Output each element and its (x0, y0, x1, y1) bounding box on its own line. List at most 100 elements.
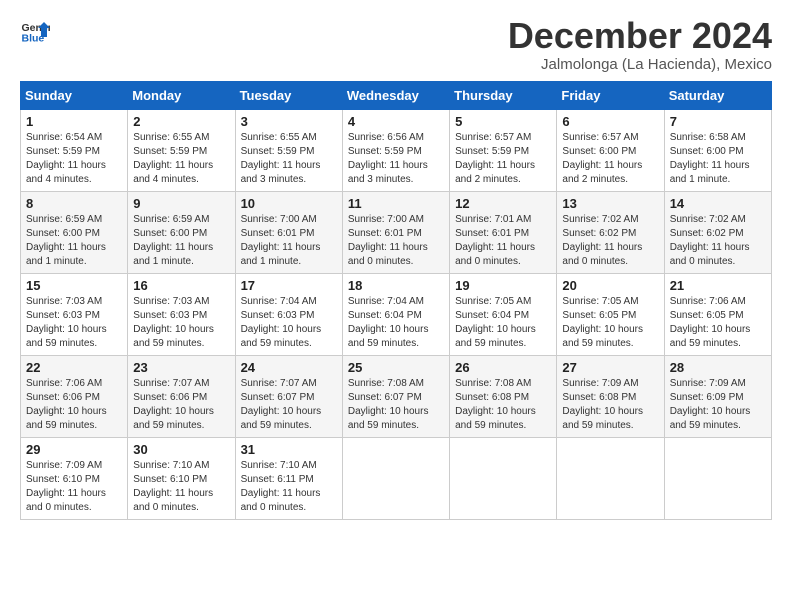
day-number: 30 (133, 442, 229, 457)
calendar-cell: 30 Sunrise: 7:10 AMSunset: 6:10 PMDaylig… (128, 437, 235, 519)
day-number: 7 (670, 114, 766, 129)
day-info: Sunrise: 7:08 AMSunset: 6:07 PMDaylight:… (348, 378, 429, 431)
calendar-cell (342, 437, 449, 519)
day-info: Sunrise: 6:55 AMSunset: 5:59 PMDaylight:… (241, 132, 321, 185)
calendar-header-row: SundayMondayTuesdayWednesdayThursdayFrid… (21, 81, 772, 109)
day-number: 6 (562, 114, 658, 129)
day-header-monday: Monday (128, 81, 235, 109)
calendar-table: SundayMondayTuesdayWednesdayThursdayFrid… (20, 81, 772, 520)
calendar-cell: 15 Sunrise: 7:03 AMSunset: 6:03 PMDaylig… (21, 273, 128, 355)
day-number: 2 (133, 114, 229, 129)
calendar-cell: 28 Sunrise: 7:09 AMSunset: 6:09 PMDaylig… (664, 355, 771, 437)
day-number: 15 (26, 278, 122, 293)
day-info: Sunrise: 7:10 AMSunset: 6:11 PMDaylight:… (241, 460, 321, 513)
calendar-cell: 4 Sunrise: 6:56 AMSunset: 5:59 PMDayligh… (342, 109, 449, 191)
calendar-cell: 5 Sunrise: 6:57 AMSunset: 5:59 PMDayligh… (450, 109, 557, 191)
day-number: 13 (562, 196, 658, 211)
day-number: 29 (26, 442, 122, 457)
day-number: 1 (26, 114, 122, 129)
calendar-cell: 7 Sunrise: 6:58 AMSunset: 6:00 PMDayligh… (664, 109, 771, 191)
day-number: 19 (455, 278, 551, 293)
calendar-cell: 22 Sunrise: 7:06 AMSunset: 6:06 PMDaylig… (21, 355, 128, 437)
calendar-cell: 20 Sunrise: 7:05 AMSunset: 6:05 PMDaylig… (557, 273, 664, 355)
day-info: Sunrise: 6:54 AMSunset: 5:59 PMDaylight:… (26, 132, 106, 185)
day-number: 23 (133, 360, 229, 375)
calendar-week-5: 29 Sunrise: 7:09 AMSunset: 6:10 PMDaylig… (21, 437, 772, 519)
day-number: 11 (348, 196, 444, 211)
day-info: Sunrise: 7:06 AMSunset: 6:05 PMDaylight:… (670, 296, 751, 349)
calendar-cell: 8 Sunrise: 6:59 AMSunset: 6:00 PMDayligh… (21, 191, 128, 273)
day-info: Sunrise: 6:56 AMSunset: 5:59 PMDaylight:… (348, 132, 428, 185)
day-info: Sunrise: 7:00 AMSunset: 6:01 PMDaylight:… (348, 214, 428, 267)
logo: General Blue (20, 16, 50, 46)
day-number: 17 (241, 278, 337, 293)
day-info: Sunrise: 7:03 AMSunset: 6:03 PMDaylight:… (26, 296, 107, 349)
day-number: 9 (133, 196, 229, 211)
day-info: Sunrise: 7:05 AMSunset: 6:04 PMDaylight:… (455, 296, 536, 349)
day-number: 14 (670, 196, 766, 211)
calendar-cell: 26 Sunrise: 7:08 AMSunset: 6:08 PMDaylig… (450, 355, 557, 437)
day-number: 5 (455, 114, 551, 129)
day-number: 27 (562, 360, 658, 375)
day-number: 20 (562, 278, 658, 293)
calendar-cell (557, 437, 664, 519)
calendar-cell (664, 437, 771, 519)
day-info: Sunrise: 6:55 AMSunset: 5:59 PMDaylight:… (133, 132, 213, 185)
calendar-cell: 24 Sunrise: 7:07 AMSunset: 6:07 PMDaylig… (235, 355, 342, 437)
calendar-cell (450, 437, 557, 519)
day-info: Sunrise: 6:59 AMSunset: 6:00 PMDaylight:… (133, 214, 213, 267)
calendar-cell: 3 Sunrise: 6:55 AMSunset: 5:59 PMDayligh… (235, 109, 342, 191)
day-number: 31 (241, 442, 337, 457)
day-header-tuesday: Tuesday (235, 81, 342, 109)
calendar-week-1: 1 Sunrise: 6:54 AMSunset: 5:59 PMDayligh… (21, 109, 772, 191)
location-subtitle: Jalmolonga (La Hacienda), Mexico (508, 56, 772, 73)
calendar-cell: 9 Sunrise: 6:59 AMSunset: 6:00 PMDayligh… (128, 191, 235, 273)
day-number: 3 (241, 114, 337, 129)
day-info: Sunrise: 7:08 AMSunset: 6:08 PMDaylight:… (455, 378, 536, 431)
day-number: 24 (241, 360, 337, 375)
calendar-cell: 12 Sunrise: 7:01 AMSunset: 6:01 PMDaylig… (450, 191, 557, 273)
calendar-cell: 18 Sunrise: 7:04 AMSunset: 6:04 PMDaylig… (342, 273, 449, 355)
title-section: December 2024 Jalmolonga (La Hacienda), … (508, 16, 772, 73)
day-info: Sunrise: 7:07 AMSunset: 6:06 PMDaylight:… (133, 378, 214, 431)
logo-icon: General Blue (20, 16, 50, 46)
calendar-cell: 10 Sunrise: 7:00 AMSunset: 6:01 PMDaylig… (235, 191, 342, 273)
svg-text:Blue: Blue (22, 33, 45, 45)
day-header-sunday: Sunday (21, 81, 128, 109)
day-info: Sunrise: 7:06 AMSunset: 6:06 PMDaylight:… (26, 378, 107, 431)
day-info: Sunrise: 7:04 AMSunset: 6:04 PMDaylight:… (348, 296, 429, 349)
day-number: 8 (26, 196, 122, 211)
calendar-week-3: 15 Sunrise: 7:03 AMSunset: 6:03 PMDaylig… (21, 273, 772, 355)
day-info: Sunrise: 7:07 AMSunset: 6:07 PMDaylight:… (241, 378, 322, 431)
day-info: Sunrise: 7:09 AMSunset: 6:09 PMDaylight:… (670, 378, 751, 431)
day-info: Sunrise: 6:58 AMSunset: 6:00 PMDaylight:… (670, 132, 750, 185)
day-info: Sunrise: 7:05 AMSunset: 6:05 PMDaylight:… (562, 296, 643, 349)
day-header-friday: Friday (557, 81, 664, 109)
calendar-cell: 31 Sunrise: 7:10 AMSunset: 6:11 PMDaylig… (235, 437, 342, 519)
calendar-cell: 21 Sunrise: 7:06 AMSunset: 6:05 PMDaylig… (664, 273, 771, 355)
header-section: General Blue December 2024 Jalmolonga (L… (20, 16, 772, 73)
day-info: Sunrise: 7:09 AMSunset: 6:10 PMDaylight:… (26, 460, 106, 513)
calendar-cell: 11 Sunrise: 7:00 AMSunset: 6:01 PMDaylig… (342, 191, 449, 273)
day-info: Sunrise: 7:03 AMSunset: 6:03 PMDaylight:… (133, 296, 214, 349)
day-number: 18 (348, 278, 444, 293)
page-container: General Blue December 2024 Jalmolonga (L… (0, 0, 792, 530)
calendar-cell: 1 Sunrise: 6:54 AMSunset: 5:59 PMDayligh… (21, 109, 128, 191)
day-number: 21 (670, 278, 766, 293)
day-info: Sunrise: 6:57 AMSunset: 6:00 PMDaylight:… (562, 132, 642, 185)
calendar-cell: 19 Sunrise: 7:05 AMSunset: 6:04 PMDaylig… (450, 273, 557, 355)
calendar-week-4: 22 Sunrise: 7:06 AMSunset: 6:06 PMDaylig… (21, 355, 772, 437)
calendar-week-2: 8 Sunrise: 6:59 AMSunset: 6:00 PMDayligh… (21, 191, 772, 273)
day-header-saturday: Saturday (664, 81, 771, 109)
day-info: Sunrise: 7:09 AMSunset: 6:08 PMDaylight:… (562, 378, 643, 431)
day-number: 10 (241, 196, 337, 211)
calendar-cell: 25 Sunrise: 7:08 AMSunset: 6:07 PMDaylig… (342, 355, 449, 437)
day-number: 4 (348, 114, 444, 129)
day-info: Sunrise: 7:00 AMSunset: 6:01 PMDaylight:… (241, 214, 321, 267)
calendar-cell: 17 Sunrise: 7:04 AMSunset: 6:03 PMDaylig… (235, 273, 342, 355)
day-number: 25 (348, 360, 444, 375)
calendar-cell: 6 Sunrise: 6:57 AMSunset: 6:00 PMDayligh… (557, 109, 664, 191)
day-number: 26 (455, 360, 551, 375)
day-info: Sunrise: 7:01 AMSunset: 6:01 PMDaylight:… (455, 214, 535, 267)
day-info: Sunrise: 6:59 AMSunset: 6:00 PMDaylight:… (26, 214, 106, 267)
